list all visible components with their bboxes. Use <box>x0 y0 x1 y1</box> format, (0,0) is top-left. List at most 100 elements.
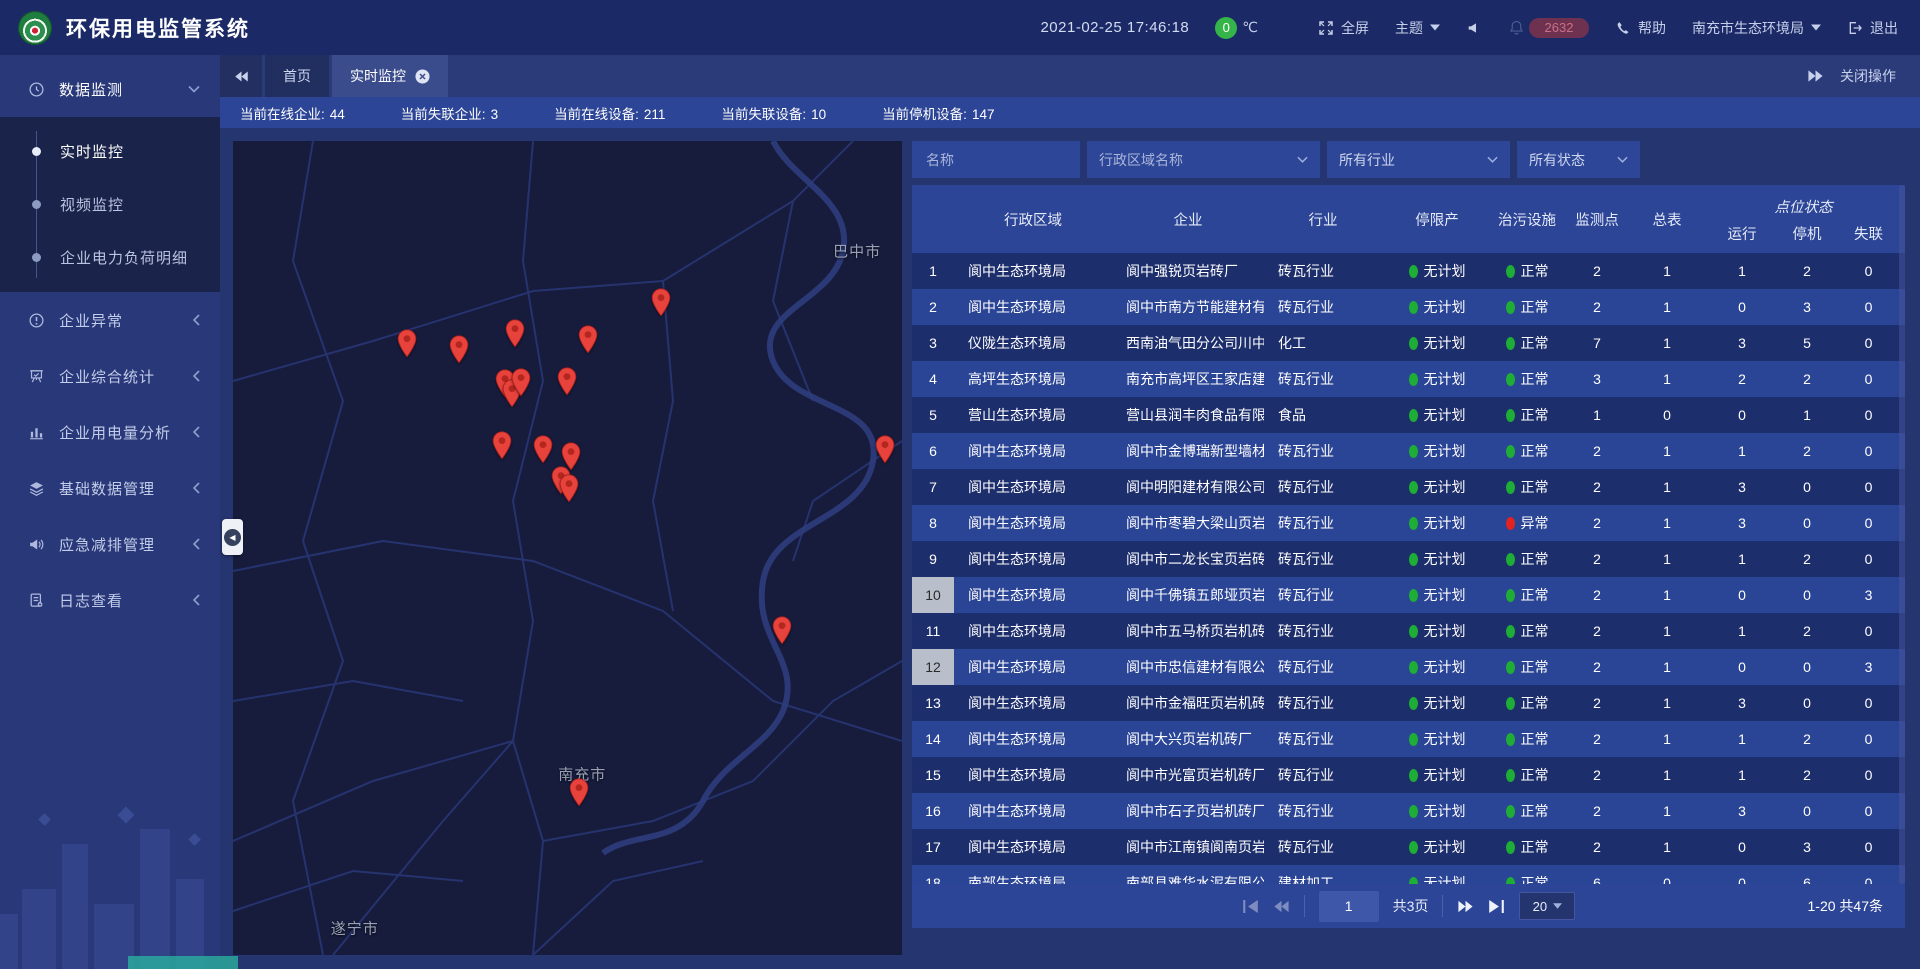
map-pin-icon[interactable] <box>875 435 896 464</box>
table-row[interactable]: 16 阆中生态环境局 阆中市石子页岩机砖厂 砖瓦行业 无计划 正常 2 1 3 … <box>912 793 1905 829</box>
sidebar-item-emergency-reduction[interactable]: 应急减排管理 <box>0 516 220 572</box>
name-search-input[interactable] <box>924 151 1068 169</box>
sidebar-submenu: 实时监控 视频监控 企业电力负荷明细 <box>0 117 220 292</box>
stat-online-devices: 当前在线设备:211 <box>554 103 665 123</box>
map-panel[interactable]: 巴中市南充市遂宁市 <box>233 141 902 955</box>
table-row[interactable]: 2 阆中生态环境局 阆中市南方节能建材有 砖瓦行业 无计划 正常 2 1 0 3… <box>912 289 1905 325</box>
stat-offline-enterprises: 当前失联企业:3 <box>401 103 498 123</box>
col-lost: 失联 <box>1832 219 1905 253</box>
name-search-field[interactable] <box>912 141 1080 178</box>
bell-icon <box>1508 19 1525 36</box>
map-pin-icon[interactable] <box>449 335 470 364</box>
alert-circle-icon <box>28 312 45 329</box>
announcement-button[interactable] <box>1466 20 1482 36</box>
range-label: 1-20 共47条 <box>1808 896 1883 916</box>
status-dot <box>1409 517 1418 530</box>
sidebar-item-video-monitor[interactable]: 视频监控 <box>0 178 220 231</box>
table-row[interactable]: 14 阆中生态环境局 阆中大兴页岩机砖厂 砖瓦行业 无计划 正常 2 1 1 2… <box>912 721 1905 757</box>
close-icon[interactable] <box>415 69 430 84</box>
help-button[interactable]: 帮助 <box>1615 18 1666 38</box>
map-pin-icon[interactable] <box>772 616 793 645</box>
map-pin-icon[interactable] <box>491 431 512 460</box>
logout-button[interactable]: 退出 <box>1847 18 1898 38</box>
map-pin-icon[interactable] <box>510 368 531 397</box>
table-row[interactable]: 4 高坪生态环境局 南充市高坪区王家店建 砖瓦行业 无计划 正常 3 1 2 2… <box>912 361 1905 397</box>
temperature-unit: ℃ <box>1242 19 1258 36</box>
status-dot <box>1409 301 1418 314</box>
tab-home[interactable]: 首页 <box>265 55 329 97</box>
sidebar-item-power-analysis[interactable]: 企业用电量分析 <box>0 404 220 460</box>
map-pin-icon[interactable] <box>505 319 526 348</box>
status-dot <box>1506 445 1515 458</box>
tabs-scroll-left-button[interactable] <box>220 55 262 97</box>
table-row[interactable]: 10 阆中生态环境局 阆中千佛镇五郎垭页岩 砖瓦行业 无计划 正常 2 1 0 … <box>912 577 1905 613</box>
map-pin-icon[interactable] <box>556 367 577 396</box>
chevron-down-icon <box>1487 156 1498 163</box>
sidebar-item-label: 数据监测 <box>59 79 123 100</box>
sidebar-item-enterprise-statistics[interactable]: 企业综合统计 <box>0 348 220 404</box>
status-dot <box>1409 337 1418 350</box>
table-row[interactable]: 13 阆中生态环境局 阆中市金福旺页岩机砖 砖瓦行业 无计划 正常 2 1 3 … <box>912 685 1905 721</box>
tab-label: 首页 <box>283 66 311 86</box>
decoration-strip <box>128 956 238 969</box>
tab-realtime-monitor[interactable]: 实时监控 <box>332 55 448 97</box>
help-label: 帮助 <box>1638 18 1666 38</box>
tab-label: 实时监控 <box>350 66 406 86</box>
status-select[interactable]: 所有状态 <box>1517 141 1640 178</box>
sidebar-item-base-data[interactable]: 基础数据管理 <box>0 460 220 516</box>
table-row[interactable]: 3 仪陇生态环境局 西南油气田分公司川中 化工 无计划 正常 7 1 3 5 0 <box>912 325 1905 361</box>
caret-down-icon <box>1430 24 1440 31</box>
bullet-icon <box>32 147 41 156</box>
col-monitor: 监测点 <box>1562 185 1632 253</box>
status-dot <box>1506 265 1515 278</box>
status-dot <box>1409 841 1418 854</box>
region-select[interactable]: 行政区域名称 <box>1087 141 1320 178</box>
table-row[interactable]: 18 南部生态环境局 南部县难华水泥有限公 建材加工 无计划 正常 6 0 0 … <box>912 865 1905 885</box>
table-row[interactable]: 8 阆中生态环境局 阆中市枣碧大梁山页岩 砖瓦行业 无计划 异常 2 1 3 0… <box>912 505 1905 541</box>
table-row[interactable]: 5 营山生态环境局 营山县润丰肉食品有限 食品 无计划 正常 1 0 0 1 0 <box>912 397 1905 433</box>
industry-select[interactable]: 所有行业 <box>1327 141 1510 178</box>
map-collapse-button[interactable]: ◀ <box>222 519 243 555</box>
map-pin-icon[interactable] <box>558 474 579 503</box>
table-row[interactable]: 17 阆中生态环境局 阆中市江南镇阆南页岩 砖瓦行业 无计划 正常 2 1 0 … <box>912 829 1905 865</box>
theme-dropdown[interactable]: 主题 <box>1395 18 1440 38</box>
sidebar-item-realtime-monitor[interactable]: 实时监控 <box>0 125 220 178</box>
datetime-display: 2021-02-25 17:46:18 <box>1040 19 1189 36</box>
presentation-icon <box>28 368 45 385</box>
table-row[interactable]: 9 阆中生态环境局 阆中市二龙长宝页岩砖 砖瓦行业 无计划 正常 2 1 1 2… <box>912 541 1905 577</box>
status-dot <box>1506 841 1515 854</box>
table-body: 1 阆中生态环境局 阆中强锐页岩砖厂 砖瓦行业 无计划 正常 2 1 1 2 0… <box>912 253 1905 885</box>
map-pin-icon[interactable] <box>578 325 599 354</box>
map-pin-icon[interactable] <box>568 778 589 807</box>
col-group-point-status: 点位状态 <box>1702 185 1905 219</box>
status-dot <box>1409 481 1418 494</box>
first-page-button[interactable] <box>1242 900 1259 913</box>
close-operations-dropdown[interactable]: 关闭操作 <box>1840 66 1896 86</box>
prev-page-button[interactable] <box>1273 900 1290 913</box>
next-page-button[interactable] <box>1457 900 1474 913</box>
chevrons-right-icon[interactable] <box>1807 70 1824 82</box>
sidebar-item-power-load-detail[interactable]: 企业电力负荷明细 <box>0 231 220 284</box>
table-row[interactable]: 1 阆中生态环境局 阆中强锐页岩砖厂 砖瓦行业 无计划 正常 2 1 1 2 0 <box>912 253 1905 289</box>
sidebar-item-data-monitoring[interactable]: 数据监测 <box>0 61 220 117</box>
temperature-badge: 0 <box>1215 17 1237 39</box>
map-pin-icon[interactable] <box>651 288 672 317</box>
fullscreen-button[interactable]: 全屏 <box>1318 18 1369 38</box>
table-row[interactable]: 11 阆中生态环境局 阆中市五马桥页岩机砖 砖瓦行业 无计划 正常 2 1 1 … <box>912 613 1905 649</box>
page-size-select[interactable]: 20 <box>1519 892 1575 920</box>
sidebar-item-enterprise-anomaly[interactable]: 企业异常 <box>0 292 220 348</box>
last-page-button[interactable] <box>1488 900 1505 913</box>
table-row[interactable]: 7 阆中生态环境局 阆中明阳建材有限公司 砖瓦行业 无计划 正常 2 1 3 0… <box>912 469 1905 505</box>
table-row[interactable]: 12 阆中生态环境局 阆中市忠信建材有限公 砖瓦行业 无计划 正常 2 1 0 … <box>912 649 1905 685</box>
chevron-left-icon <box>193 594 200 606</box>
sidebar-subitem-label: 企业电力负荷明细 <box>60 247 188 268</box>
map-pin-icon[interactable] <box>532 435 553 464</box>
notifications-button[interactable]: 2632 <box>1508 18 1589 38</box>
map-pin-icon[interactable] <box>396 329 417 358</box>
sidebar-item-log-view[interactable]: 日志查看 <box>0 572 220 628</box>
table-row[interactable]: 6 阆中生态环境局 阆中市金博瑞新型墙材 砖瓦行业 无计划 正常 2 1 1 2… <box>912 433 1905 469</box>
table-row[interactable]: 15 阆中生态环境局 阆中市光富页岩机砖厂 砖瓦行业 无计划 正常 2 1 1 … <box>912 757 1905 793</box>
page-number-input[interactable] <box>1319 891 1379 922</box>
table-scrollbar[interactable] <box>1899 185 1905 884</box>
org-dropdown[interactable]: 南充市生态环境局 <box>1692 18 1821 38</box>
